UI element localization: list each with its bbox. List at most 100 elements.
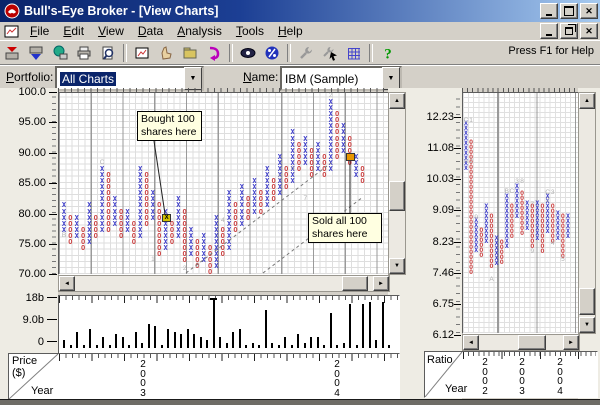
title-bar: Bull's-Eye Broker - [View Charts] ✕ [0,0,600,22]
menu-item-view[interactable]: View [91,23,131,39]
mdi-close-button[interactable]: ✕ [580,23,598,39]
volume-bar [102,337,104,348]
month-marker: 1 [467,118,475,124]
maximize-button[interactable] [560,3,578,19]
scroll-thumb[interactable] [389,181,405,211]
scroll-thumb[interactable] [579,288,595,315]
volume-bar [135,332,137,348]
volume-bar [239,329,241,348]
close-button[interactable]: ✕ [580,3,598,19]
y-axis-label: 9.09 [420,204,454,216]
internet-download-icon[interactable] [48,42,72,64]
volume-bar [271,343,273,348]
view-chart-icon[interactable] [130,42,154,64]
x-axis-year-label: 2003 [139,360,147,398]
undo-icon[interactable] [202,42,226,64]
volume-bar [109,345,111,348]
annotation-sold[interactable]: Sold all 100 shares here [308,213,382,243]
month-marker: A [488,277,496,283]
mdi-restore-button[interactable] [560,23,578,39]
scroll-right-button[interactable]: ► [563,335,579,350]
view-eye-icon[interactable] [236,42,260,64]
scroll-thumb[interactable] [518,335,546,350]
portfolio-label: Portfolio: [6,70,53,84]
x-axis-year-label: 2004 [333,360,341,398]
menu-item-data[interactable]: Data [131,23,170,39]
trade-marker-sell[interactable] [346,153,355,161]
y-axis-tick [49,214,57,215]
month-marker: 9 [528,249,536,255]
volume-bar [161,345,163,348]
edit-chart-icon[interactable] [154,42,178,64]
customize-icon[interactable] [318,42,342,64]
price-vertical-scrollbar[interactable]: ▲ ▼ [388,92,406,275]
scroll-down-button[interactable]: ▼ [579,317,595,333]
annotation-bought[interactable]: Bought 100 shares here [137,111,202,141]
scroll-up-button[interactable]: ▲ [389,93,405,109]
price-point-figure-chart[interactable]: X X X X XO O O O OX X X XO O O OX X X X … [58,92,390,275]
menu-item-help[interactable]: Help [271,23,310,39]
export-chart-icon[interactable] [0,42,24,64]
volume-bar [76,332,78,348]
volume-bar [232,332,234,348]
volume-bar [89,329,91,348]
minimize-button[interactable] [540,3,558,19]
y-axis-label: 95.00 [4,116,46,128]
ratio-axis-minor-ticks [456,92,460,333]
month-marker: 2 [467,159,475,165]
scroll-down-button[interactable]: ▼ [389,258,405,274]
volume-bar [349,304,351,348]
scroll-left-button[interactable]: ◄ [59,276,75,291]
trade-marker-buy[interactable]: X [162,214,171,222]
volume-bar [278,345,280,348]
volume-bar [330,313,332,348]
y-axis-label: 11.08 [420,142,454,154]
print-preview-icon[interactable] [96,42,120,64]
x-axis-year-label: 2003 [518,358,526,396]
scroll-right-button[interactable]: ► [373,276,389,291]
chevron-down-icon[interactable]: ▼ [184,67,202,90]
scroll-thumb[interactable] [342,276,368,291]
price-horizontal-scrollbar[interactable]: ◄ ► [58,275,390,292]
volume-bar-cap [210,298,217,300]
window-bottom-border [0,399,600,405]
print-icon[interactable] [72,42,96,64]
volume-bar [362,304,364,348]
scroll-left-button[interactable]: ◄ [463,335,479,350]
volume-axis-label: 18b [2,292,44,304]
tools-wrench-icon[interactable] [294,42,318,64]
volume-bar [343,343,345,348]
menu-item-file[interactable]: File [23,23,56,39]
y-axis-label: 10.03 [420,173,454,185]
help-icon[interactable]: ? [376,42,400,64]
ratio-horizontal-scrollbar[interactable]: ◄ ► [462,334,580,351]
chevron-down-icon[interactable]: ▼ [382,67,400,90]
app-icon [4,3,20,19]
chart-document-icon[interactable] [4,24,20,39]
ratio-vertical-scrollbar[interactable]: ▲ ▼ [578,92,596,334]
ratio-point-figure-chart[interactable]: X X X X X X X X X XO O O O O O O O O O O… [462,92,580,334]
menu-item-edit[interactable]: Edit [56,23,91,39]
price-xaxis-area: Price ($) Year [8,353,400,400]
month-marker: C [508,189,516,195]
y-axis-label: 90.00 [4,147,46,159]
volume-bar [154,326,156,348]
month-marker: 5 [276,175,284,181]
month-marker: 5 [559,257,567,263]
month-marker: 9 [472,215,480,221]
volume-bar [96,345,98,348]
volume-bar [167,329,169,348]
toolbar-separator [123,44,127,62]
y-axis-tick [49,244,57,245]
portfolio-file-icon[interactable] [178,42,202,64]
menu-item-tools[interactable]: Tools [229,23,271,39]
scroll-up-button[interactable]: ▲ [579,93,595,109]
percent-icon[interactable] [260,42,284,64]
price-axis-title: Price ($) [12,355,37,379]
grid-icon[interactable] [342,42,366,64]
y-axis-tick [49,153,57,154]
mdi-minimize-button[interactable] [540,23,558,39]
import-chart-icon[interactable] [24,42,48,64]
menu-item-analysis[interactable]: Analysis [170,23,229,39]
portfolio-value: All Charts [57,72,184,86]
